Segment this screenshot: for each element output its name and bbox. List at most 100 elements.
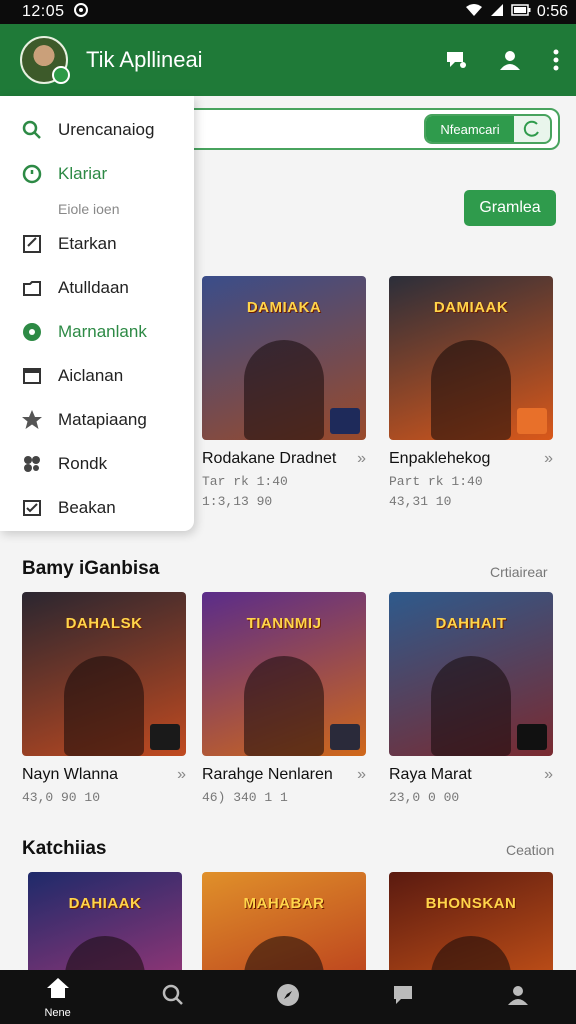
chevron-right-icon[interactable]: »: [357, 450, 366, 468]
game-thumbnail: DAMIAAK: [389, 276, 553, 440]
verified-badge-icon: [52, 66, 70, 84]
star-icon: [20, 408, 44, 432]
cluster-icon: [20, 452, 44, 476]
game-banner: DAMIAAK: [433, 298, 509, 316]
drawer-item-beakan[interactable]: Beakan: [0, 486, 194, 530]
signal-icon: [489, 3, 505, 22]
game-banner: TIANNMIJ: [246, 614, 322, 632]
game-title: Rarahge Nenlaren: [202, 766, 333, 783]
more-vert-icon[interactable]: [552, 48, 560, 72]
chevron-right-icon[interactable]: »: [544, 766, 553, 784]
game-title: Nayn Wlanna: [22, 766, 119, 783]
rating-badge: [330, 408, 360, 434]
refresh-icon: [514, 119, 550, 139]
character-figure: [431, 340, 511, 440]
game-meta: 43,31 10: [389, 494, 452, 509]
game-card[interactable]: BHONSKAN: [389, 872, 553, 970]
notification-icon: [73, 2, 89, 23]
nav-label: Nene: [44, 1006, 71, 1019]
search-icon: [20, 118, 44, 142]
drawer-item-label: Matapiaang: [58, 410, 147, 429]
explore-icon: [275, 982, 301, 1013]
game-meta: 43,0 90 10: [22, 790, 101, 805]
drawer-subheader: Eiole ioen: [58, 201, 120, 217]
game-banner: DAHIAAK: [68, 894, 142, 912]
character-figure: [244, 656, 324, 756]
chevron-right-icon[interactable]: »: [357, 766, 366, 784]
drawer-item-search[interactable]: Urencanaiog: [0, 108, 194, 152]
drawer-item-atulldaan[interactable]: Atulldaan: [0, 266, 194, 310]
chevron-right-icon[interactable]: »: [544, 450, 553, 468]
status-bar: 12:05 0:56: [0, 0, 576, 24]
search-pill[interactable]: Nfeamcari: [424, 114, 552, 144]
game-meta: 46) 340 1 1: [202, 790, 288, 805]
character-figure: [431, 656, 511, 756]
avatar[interactable]: [20, 36, 70, 84]
game-card[interactable]: TIANNMIJ Rarahge Nenlaren » 46) 340 1 1: [202, 592, 366, 808]
nav-search[interactable]: [143, 970, 203, 1024]
game-meta: Part rk 1:40: [389, 474, 483, 489]
drawer-item-marnanlank[interactable]: Marnanlank: [0, 310, 194, 354]
profile-icon[interactable]: [498, 48, 522, 72]
game-thumbnail: TIANNMIJ: [202, 592, 366, 756]
wifi-icon: [465, 3, 483, 22]
character-figure: [244, 340, 324, 440]
section-link[interactable]: Ceation: [506, 842, 554, 858]
drawer-item-klariar[interactable]: Klariar: [0, 152, 194, 196]
nav-home[interactable]: Nene: [28, 970, 88, 1024]
game-banner: DAHALSK: [65, 614, 143, 632]
game-thumbnail: DAHIAAK: [28, 872, 182, 970]
drawer-item-label: Aiclanan: [58, 366, 124, 385]
nav-chat[interactable]: [373, 970, 433, 1024]
character-figure: [65, 936, 145, 970]
game-thumbnail: BHONSKAN: [389, 872, 553, 970]
game-banner: DAHHAIT: [435, 614, 507, 632]
drawer-item-matapiaang[interactable]: Matapiaang: [0, 398, 194, 442]
rating-badge: [517, 408, 547, 434]
circle-icon: [20, 320, 44, 344]
drawer-item-etarkan[interactable]: Etarkan: [0, 222, 194, 266]
game-card[interactable]: DAHIAAK: [28, 872, 182, 970]
game-thumbnail: DAHHAIT: [389, 592, 553, 756]
search-icon: [161, 983, 185, 1012]
game-card[interactable]: DAHHAIT Raya Marat » 23,0 0 00: [389, 592, 553, 808]
drawer-item-label: Rondk: [58, 454, 108, 473]
chat-icon[interactable]: [444, 48, 468, 72]
drawer-item-label: Beakan: [58, 498, 116, 517]
section-title: Katchiias: [22, 838, 107, 859]
nav-profile[interactable]: [488, 970, 548, 1024]
status-time: 12:05: [22, 3, 65, 20]
search-bar[interactable]: Nfeamcari: [150, 108, 560, 150]
game-title: Raya Marat: [389, 766, 472, 783]
game-card[interactable]: MAHABAR: [202, 872, 366, 970]
drawer-item-rondk[interactable]: Rondk: [0, 442, 194, 486]
rating-badge: [330, 724, 360, 750]
game-meta: Tar rk 1:40: [202, 474, 288, 489]
drawer-item-label: Marnanlank: [58, 322, 147, 341]
drawer-item-label: Etarkan: [58, 234, 117, 253]
game-banner: DAMIAKA: [246, 298, 322, 316]
nav-drawer: Urencanaiog Klariar Eiole ioen Etarkan A…: [0, 96, 194, 531]
bottom-nav: Nene: [0, 970, 576, 1024]
check-box-icon: [20, 496, 44, 520]
edit-icon: [20, 232, 44, 256]
game-thumbnail: MAHABAR: [202, 872, 366, 970]
window-icon: [20, 364, 44, 388]
game-card[interactable]: DAHALSK Nayn Wlanna » 43,0 90 10: [22, 592, 186, 808]
drawer-item-label: Klariar: [58, 164, 108, 183]
game-meta: 1:3,13 90: [202, 494, 273, 509]
game-title: Rodakane Dradnet: [202, 450, 337, 467]
drawer-item-label: Atulldaan: [58, 278, 129, 297]
chevron-right-icon[interactable]: »: [177, 766, 186, 784]
games-button[interactable]: Gramlea: [464, 190, 556, 226]
game-card[interactable]: DAMIAKA Rodakane Dradnet » Tar rk 1:40 1:3…: [202, 276, 366, 512]
section-link[interactable]: Crtiairear: [490, 564, 548, 580]
drawer-item-aiclanan[interactable]: Aiclanan: [0, 354, 194, 398]
rating-badge: [150, 724, 180, 750]
folder-icon: [20, 276, 44, 300]
chat-icon: [392, 984, 414, 1011]
game-meta: 23,0 0 00: [389, 790, 460, 805]
game-thumbnail: DAMIAKA: [202, 276, 366, 440]
game-card[interactable]: DAMIAAK Enpaklehekog » Part rk 1:40 43,31 …: [389, 276, 553, 512]
nav-explore[interactable]: [258, 970, 318, 1024]
